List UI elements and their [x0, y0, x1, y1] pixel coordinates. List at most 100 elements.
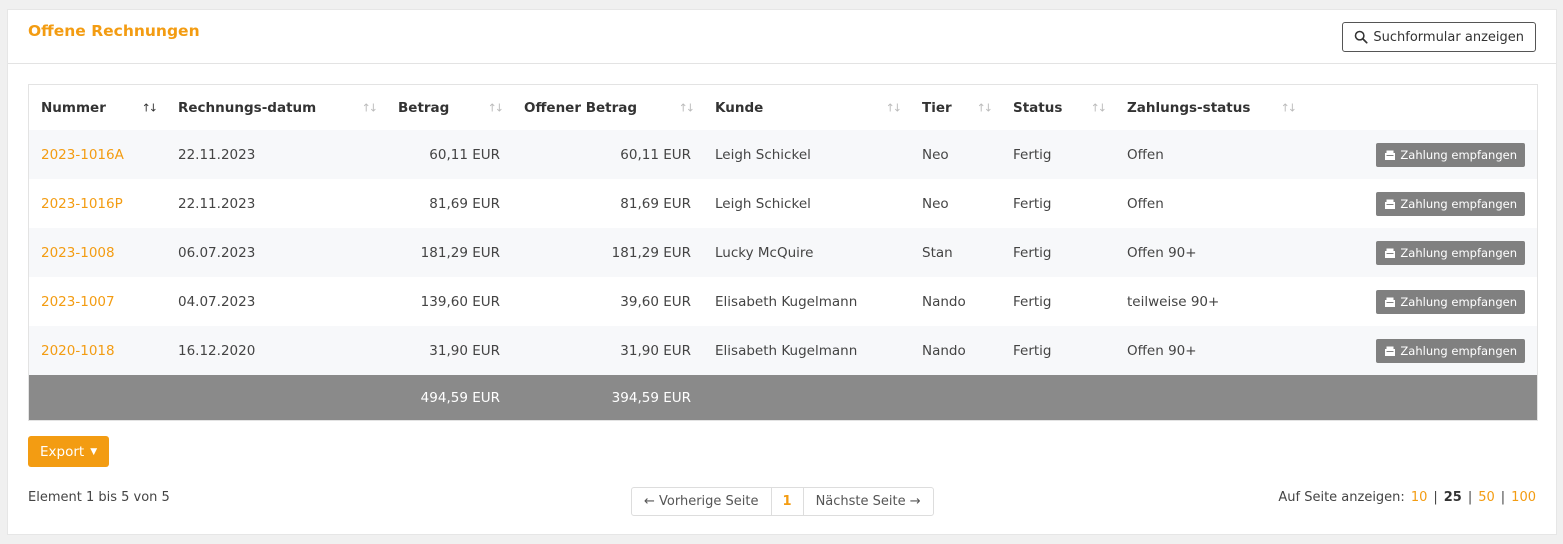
column-header-betrag[interactable]: Betrag ↑↓ — [386, 85, 512, 130]
tier: Neo — [910, 130, 1001, 179]
table-row: 2023-1016P 22.11.2023 81,69 EUR 81,69 EU… — [29, 179, 1537, 228]
totals-empty — [910, 375, 1001, 420]
table-row: 2023-1016A 22.11.2023 60,11 EUR 60,11 EU… — [29, 130, 1537, 179]
invoice-date: 16.12.2020 — [166, 326, 386, 375]
status: Fertig — [1001, 277, 1115, 326]
invoice-number-link[interactable]: 2023-1008 — [41, 245, 115, 261]
payment-received-button[interactable]: Zahlung empfangen — [1376, 191, 1525, 216]
export-dropdown-button[interactable]: Export ▼ — [28, 436, 110, 467]
sort-icon: ↑↓ — [678, 101, 696, 114]
totals-row: 494,59 EUR 394,59 EUR — [29, 375, 1537, 420]
previous-page-link[interactable]: ← Vorherige Seite — [632, 488, 772, 515]
invoice-date: 22.11.2023 — [166, 130, 386, 179]
column-header-nummer[interactable]: Nummer ↑↓ — [29, 85, 166, 130]
payment-received-button[interactable]: Zahlung empfangen — [1376, 338, 1525, 363]
column-header-status[interactable]: Status ↑↓ — [1001, 85, 1115, 130]
column-label: Nummer — [41, 99, 106, 116]
export-label: Export — [40, 443, 85, 460]
totals-empty — [1305, 375, 1537, 420]
invoice-number-link[interactable]: 2023-1016A — [41, 147, 124, 163]
column-header-offener-betrag[interactable]: Offener Betrag ↑↓ — [512, 85, 703, 130]
invoice-number-link[interactable]: 2023-1007 — [41, 294, 115, 310]
invoice-amount: 81,69 EUR — [386, 179, 512, 228]
open-amount: 31,90 EUR — [512, 326, 703, 375]
per-page-option-25-selected[interactable]: 25 — [1444, 490, 1462, 505]
open-amount: 181,29 EUR — [512, 228, 703, 277]
show-search-form-label: Suchformular anzeigen — [1373, 29, 1524, 45]
table-row: 2020-1018 16.12.2020 31,90 EUR 31,90 EUR… — [29, 326, 1537, 375]
next-page-link[interactable]: Nächste Seite → — [804, 488, 933, 515]
column-label: Zahlungs-status — [1127, 99, 1251, 116]
page-link-current[interactable]: 1 — [772, 488, 804, 515]
column-header-tier[interactable]: Tier ↑↓ — [910, 85, 1001, 130]
status: Fertig — [1001, 326, 1115, 375]
payment-status: Offen — [1115, 130, 1305, 179]
sort-icon: ↑↓ — [976, 101, 994, 114]
customer: Elisabeth Kugelmann — [703, 277, 910, 326]
show-search-form-button[interactable]: Suchformular anzeigen — [1342, 22, 1536, 52]
customer: Elisabeth Kugelmann — [703, 326, 910, 375]
payment-status: Offen — [1115, 179, 1305, 228]
invoice-amount: 181,29 EUR — [386, 228, 512, 277]
column-header-actions — [1305, 85, 1537, 130]
per-page-option-50[interactable]: 50 — [1478, 490, 1495, 505]
status: Fertig — [1001, 179, 1115, 228]
open-amount: 60,11 EUR — [512, 130, 703, 179]
invoice-number-link[interactable]: 2020-1018 — [41, 343, 115, 359]
sort-icon: ↑↓ — [141, 101, 159, 114]
invoice-date: 22.11.2023 — [166, 179, 386, 228]
status: Fertig — [1001, 130, 1115, 179]
invoices-table: Nummer ↑↓ Rechnungs-datum ↑↓ Betrag ↑↓ Offe… — [28, 84, 1538, 421]
column-label: Rechnungs-datum — [178, 99, 317, 116]
column-label: Betrag — [398, 99, 450, 116]
invoice-number-link[interactable]: 2023-1016P — [41, 196, 123, 212]
per-page-option-100[interactable]: 100 — [1511, 490, 1536, 505]
customer: Lucky McQuire — [703, 228, 910, 277]
table-row: 2023-1007 04.07.2023 139,60 EUR 39,60 EU… — [29, 277, 1537, 326]
totals-empty — [29, 375, 166, 420]
column-header-kunde[interactable]: Kunde ↑↓ — [703, 85, 910, 130]
separator: | — [1500, 490, 1506, 505]
money-icon — [1385, 199, 1396, 209]
sort-icon: ↑↓ — [1280, 101, 1298, 114]
column-label: Tier — [922, 99, 952, 116]
money-icon — [1385, 248, 1396, 258]
sort-icon: ↑↓ — [361, 101, 379, 114]
table-header-row: Nummer ↑↓ Rechnungs-datum ↑↓ Betrag ↑↓ Offe… — [29, 85, 1537, 130]
tier: Stan — [910, 228, 1001, 277]
per-page-option-10[interactable]: 10 — [1411, 490, 1428, 505]
column-header-zahlungsstatus[interactable]: Zahlungs-status ↑↓ — [1115, 85, 1305, 130]
element-count-info: Element 1 bis 5 von 5 — [28, 490, 170, 505]
invoice-date: 06.07.2023 — [166, 228, 386, 277]
customer: Leigh Schickel — [703, 130, 910, 179]
payment-received-label: Zahlung empfangen — [1400, 147, 1517, 162]
total-open-amount: 394,59 EUR — [512, 375, 703, 420]
table-row: 2023-1008 06.07.2023 181,29 EUR 181,29 E… — [29, 228, 1537, 277]
payment-received-label: Zahlung empfangen — [1400, 245, 1517, 260]
payment-received-label: Zahlung empfangen — [1400, 294, 1517, 309]
sort-icon: ↑↓ — [885, 101, 903, 114]
tier: Nando — [910, 277, 1001, 326]
total-amount: 494,59 EUR — [386, 375, 512, 420]
column-label: Offener Betrag — [524, 99, 638, 116]
column-header-rechnungsdatum[interactable]: Rechnungs-datum ↑↓ — [166, 85, 386, 130]
money-icon — [1385, 297, 1396, 307]
invoice-amount: 139,60 EUR — [386, 277, 512, 326]
payment-status: teilweise 90+ — [1115, 277, 1305, 326]
column-label: Kunde — [715, 99, 764, 116]
page-title: Offene Rechnungen — [28, 22, 200, 40]
payment-received-button[interactable]: Zahlung empfangen — [1376, 240, 1525, 265]
money-icon — [1385, 150, 1396, 160]
money-icon — [1385, 346, 1396, 356]
tier: Nando — [910, 326, 1001, 375]
tier: Neo — [910, 179, 1001, 228]
sort-icon: ↑↓ — [1090, 101, 1108, 114]
invoice-amount: 31,90 EUR — [386, 326, 512, 375]
payment-status: Offen 90+ — [1115, 326, 1305, 375]
payment-received-button[interactable]: Zahlung empfangen — [1376, 289, 1525, 314]
column-label: Status — [1013, 99, 1063, 116]
per-page-label: Auf Seite anzeigen: — [1278, 490, 1405, 505]
payment-received-button[interactable]: Zahlung empfangen — [1376, 142, 1525, 167]
status: Fertig — [1001, 228, 1115, 277]
totals-empty — [166, 375, 386, 420]
